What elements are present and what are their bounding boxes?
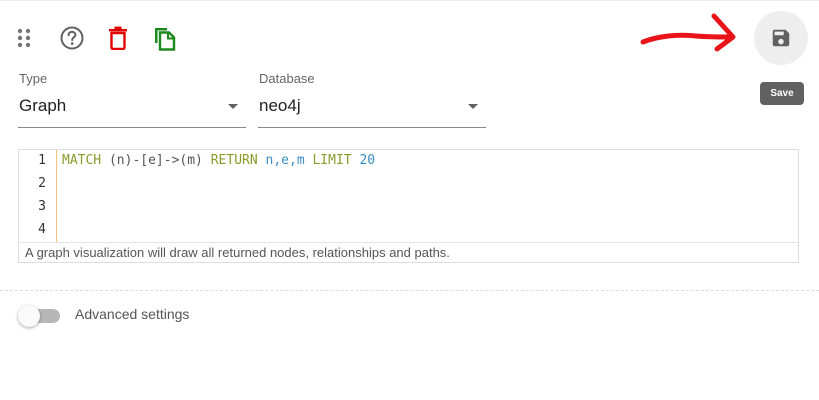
keyword-return: RETURN: [210, 153, 258, 168]
delete-icon[interactable]: [106, 25, 130, 51]
type-select[interactable]: Type Graph: [18, 71, 246, 128]
query-card: Save Type Graph Database neo4j 1 2 3 4 M…: [0, 0, 819, 400]
line-number: 3: [38, 199, 46, 214]
chevron-down-icon: [468, 104, 478, 109]
chevron-down-icon: [228, 104, 238, 109]
query-code-line[interactable]: MATCH (n)-[e]->(m) RETURN n,e,m LIMIT 20: [62, 153, 375, 168]
type-select-label: Type: [19, 71, 48, 86]
database-select-label: Database: [259, 71, 315, 86]
editor-helper-text: A graph visualization will draw all retu…: [19, 242, 798, 262]
pattern-text: (n)-[e]->(m): [101, 153, 211, 168]
keyword-limit: LIMIT: [312, 153, 352, 168]
line-number: 2: [38, 176, 46, 191]
database-select-value: neo4j: [259, 96, 301, 115]
help-icon[interactable]: [59, 25, 85, 51]
query-editor[interactable]: 1 2 3 4 MATCH (n)-[e]->(m) RETURN n,e,m …: [18, 149, 799, 263]
advanced-settings-label: Advanced settings: [75, 306, 190, 322]
type-select-value: Graph: [19, 96, 67, 115]
limit-count: 20: [351, 153, 376, 168]
save-button[interactable]: [754, 11, 808, 65]
save-tooltip: Save: [760, 82, 804, 105]
save-icon: [772, 29, 790, 47]
toggle-thumb: [18, 305, 40, 327]
line-number-gutter: 1 2 3 4: [19, 150, 57, 242]
drag-handle-icon[interactable]: [14, 27, 34, 49]
line-number: 4: [38, 222, 46, 237]
advanced-settings-toggle[interactable]: [18, 304, 64, 327]
return-vars: n,e,m: [257, 153, 313, 168]
line-number: 1: [38, 153, 46, 168]
section-divider: [0, 290, 819, 291]
copy-icon[interactable]: [151, 25, 177, 51]
database-select[interactable]: Database neo4j: [258, 71, 486, 128]
annotation-arrow-icon: [640, 13, 736, 52]
keyword-match: MATCH: [62, 153, 102, 168]
